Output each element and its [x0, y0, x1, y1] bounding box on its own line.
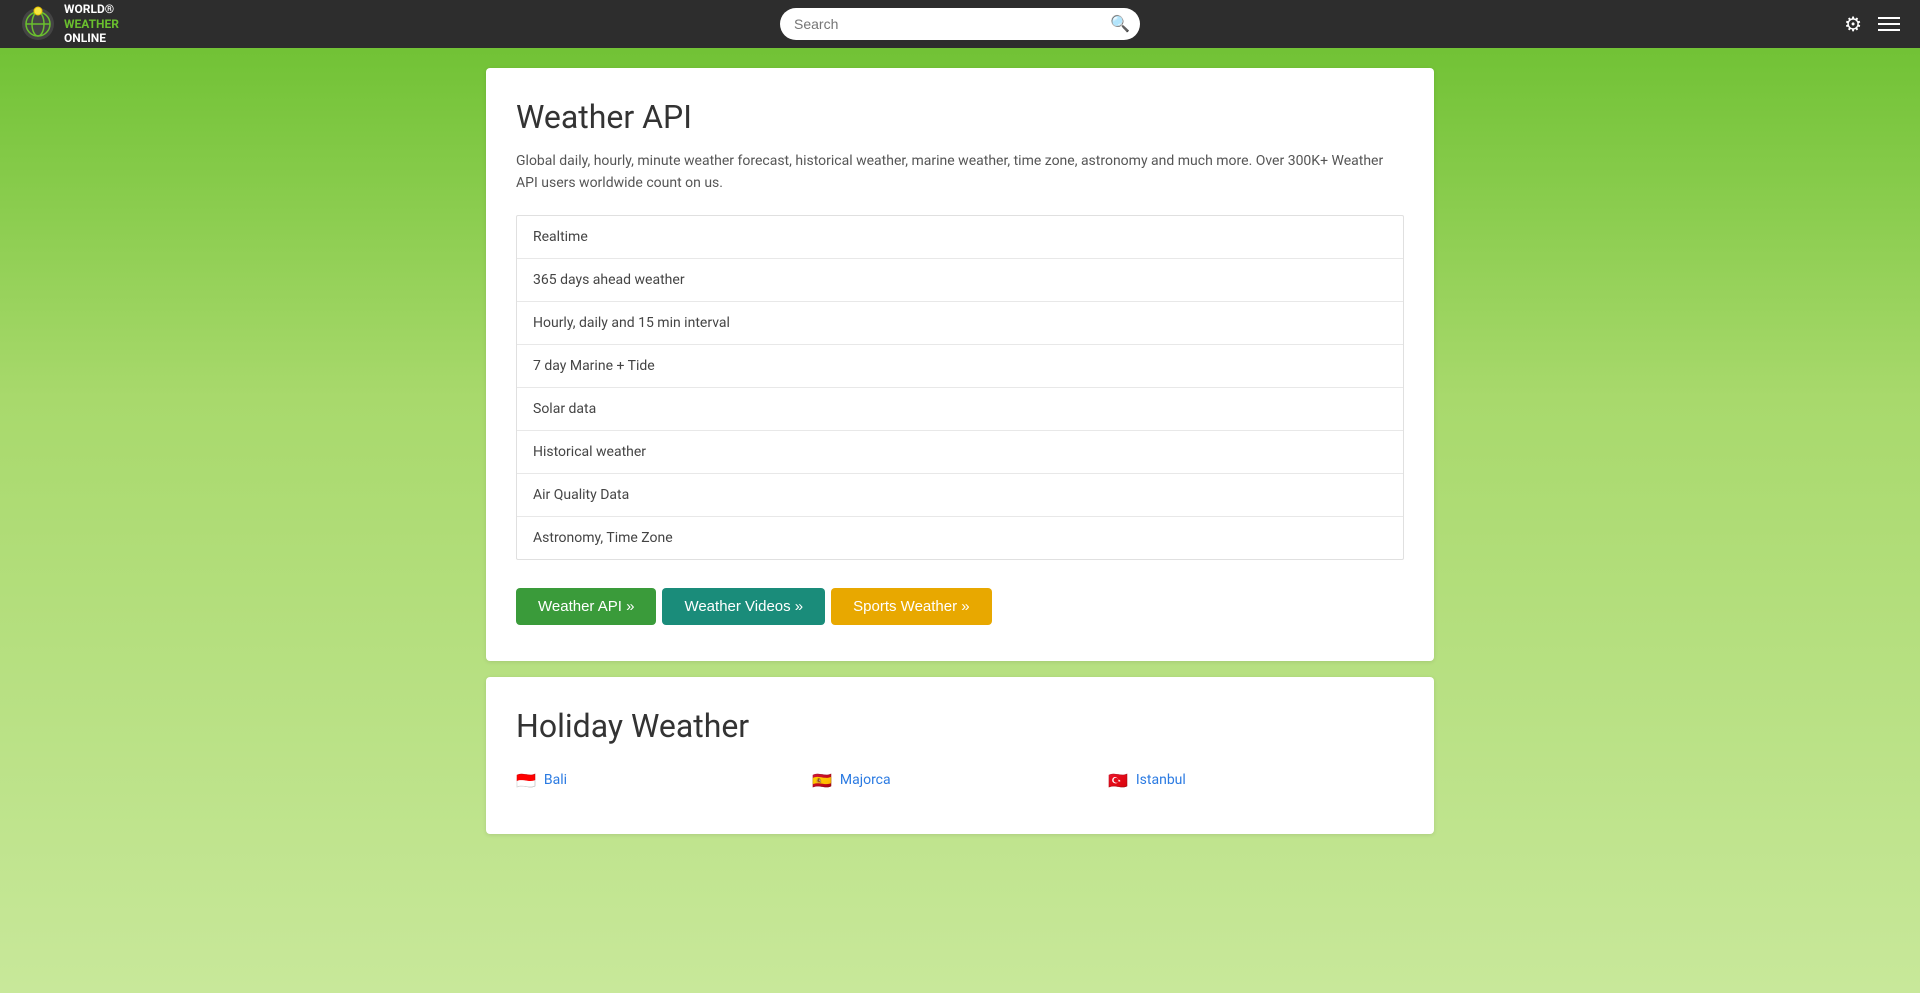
search-button[interactable]: 🔍	[1110, 14, 1130, 34]
feature-list-item: Hourly, daily and 15 min interval	[517, 302, 1403, 345]
menu-icon[interactable]	[1878, 17, 1900, 31]
country-flag: 🇹🇷	[1108, 771, 1128, 790]
button-row: Weather API »Weather Videos »Sports Weat…	[516, 588, 1404, 625]
feature-list-item: 7 day Marine + Tide	[517, 345, 1403, 388]
feature-list-item: Realtime	[517, 216, 1403, 259]
feature-list-item: 365 days ahead weather	[517, 259, 1403, 302]
search-area: 🔍	[780, 8, 1140, 40]
logo-text: WORLD® WEATHER ONLINE	[64, 2, 119, 45]
holiday-link[interactable]: Majorca	[840, 772, 891, 788]
weather-api-card: Weather API Global daily, hourly, minute…	[486, 68, 1434, 661]
holiday-weather-title: Holiday Weather	[516, 707, 1404, 745]
holiday-link[interactable]: Istanbul	[1136, 772, 1186, 788]
holiday-link[interactable]: Bali	[544, 772, 567, 788]
weather-api-title: Weather API	[516, 98, 1404, 136]
weather-api-description: Global daily, hourly, minute weather for…	[516, 150, 1404, 195]
feature-list: Realtime365 days ahead weatherHourly, da…	[516, 215, 1404, 560]
holiday-list: 🇮🇩 Bali 🇪🇸 Majorca 🇹🇷 Istanbul	[516, 763, 1404, 798]
header-actions: ⚙	[1844, 12, 1900, 36]
cta-button-1[interactable]: Weather Videos »	[662, 588, 825, 625]
feature-list-item: Air Quality Data	[517, 474, 1403, 517]
country-flag: 🇪🇸	[812, 771, 832, 790]
holiday-item: 🇪🇸 Majorca	[812, 763, 1108, 798]
settings-icon[interactable]: ⚙	[1844, 12, 1862, 36]
search-input[interactable]	[780, 8, 1140, 40]
cta-button-0[interactable]: Weather API »	[516, 588, 656, 625]
holiday-item: 🇹🇷 Istanbul	[1108, 763, 1404, 798]
feature-list-item: Astronomy, Time Zone	[517, 517, 1403, 559]
header: WORLD® WEATHER ONLINE 🔍 ⚙	[0, 0, 1920, 48]
holiday-item: 🇮🇩 Bali	[516, 763, 812, 798]
holiday-weather-card: Holiday Weather 🇮🇩 Bali 🇪🇸 Majorca 🇹🇷 Istanbu…	[486, 677, 1434, 834]
feature-list-item: Historical weather	[517, 431, 1403, 474]
main-content: Weather API Global daily, hourly, minute…	[470, 48, 1450, 870]
logo[interactable]: WORLD® WEATHER ONLINE	[20, 2, 119, 45]
country-flag: 🇮🇩	[516, 771, 536, 790]
cta-button-2[interactable]: Sports Weather »	[831, 588, 991, 625]
search-icon: 🔍	[1110, 16, 1130, 33]
feature-list-item: Solar data	[517, 388, 1403, 431]
logo-icon	[20, 6, 56, 42]
